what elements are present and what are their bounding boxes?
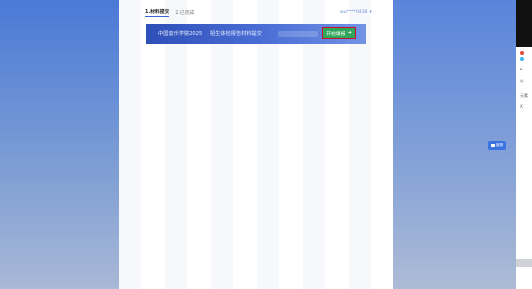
side-panel-scrollbar[interactable] xyxy=(516,259,532,267)
home-icon[interactable]: ⌂ xyxy=(520,66,523,71)
user-name: wu****0436 xyxy=(340,9,368,15)
start-fill-button[interactable]: 开始填报 ➜ xyxy=(322,27,356,39)
status-dot-icon[interactable] xyxy=(520,57,524,61)
tab-completed[interactable]: 2.已完成 xyxy=(175,9,194,16)
left-background xyxy=(0,0,119,289)
side-panel-dark-top xyxy=(516,0,532,47)
banner-blurred-text xyxy=(278,31,318,37)
record-dot-icon[interactable] xyxy=(520,51,524,55)
chevron-down-icon: ▾ xyxy=(369,9,372,15)
chat-icon xyxy=(490,144,495,147)
floating-service-button[interactable]: 客服 xyxy=(488,141,506,150)
banner-school: 中国音乐学院2025 xyxy=(158,31,203,37)
side-item-elements[interactable]: 元素 xyxy=(520,93,528,99)
user-menu[interactable]: wu****0436 ▾ xyxy=(340,7,372,17)
start-button-label: 开始填报 xyxy=(326,31,346,37)
refresh-icon[interactable]: ◎ xyxy=(520,78,524,83)
arrow-right-icon: ➜ xyxy=(347,29,352,36)
float-badge-label: 客服 xyxy=(495,143,504,147)
side-item-close[interactable]: X xyxy=(520,104,523,109)
tab-submit-materials[interactable]: 1.材料提交 xyxy=(145,8,170,17)
banner-title: 招生体检报告材料提交 xyxy=(210,31,262,37)
tab-bar: 1.材料提交 2.已完成 xyxy=(145,7,194,17)
